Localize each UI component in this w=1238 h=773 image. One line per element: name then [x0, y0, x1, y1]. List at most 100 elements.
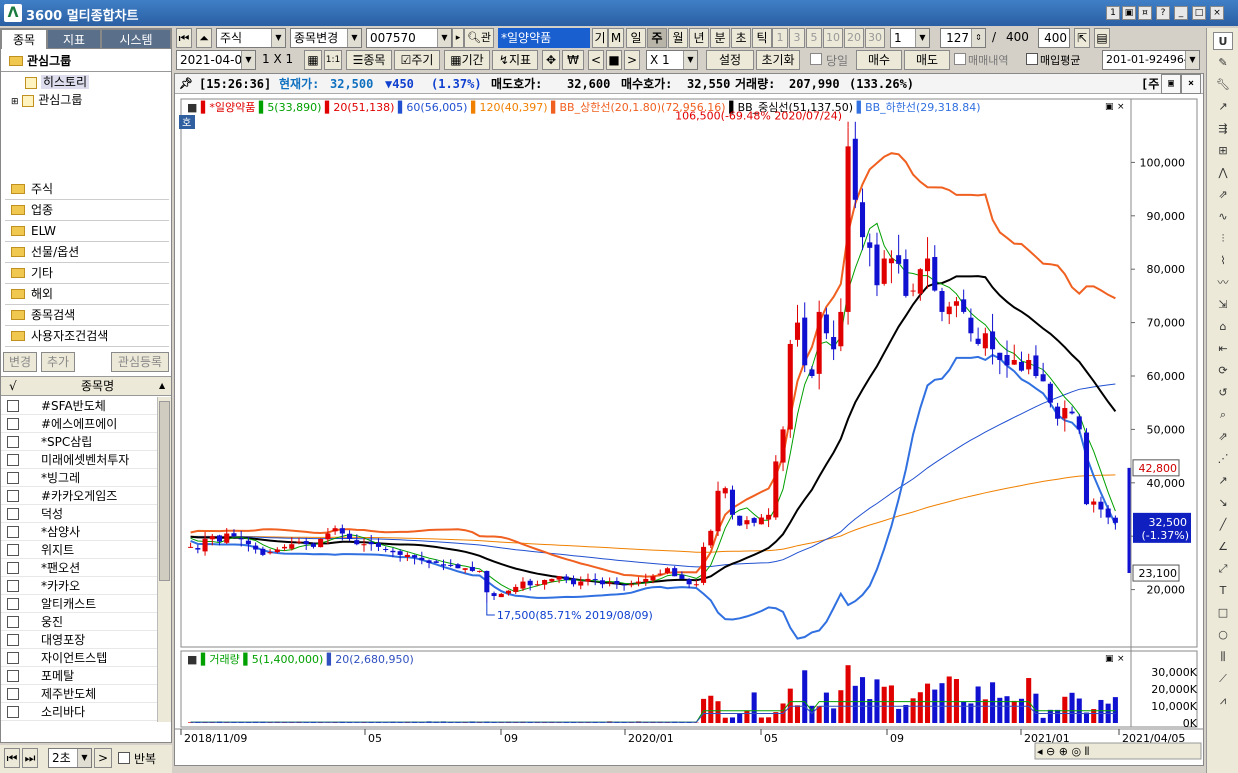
list-item[interactable]: 알티캐스트	[1, 595, 157, 613]
vpanel-close-icon[interactable]: ×	[1117, 654, 1125, 664]
buy-button[interactable]: 매수	[856, 50, 902, 70]
home-icon[interactable]: ⌂	[1213, 318, 1233, 336]
change-button[interactable]: 변경	[3, 352, 37, 372]
stock-name-field[interactable]: *일양약품	[498, 28, 590, 48]
list-item[interactable]: #카카오게임즈	[1, 487, 157, 505]
arrow-up-icon[interactable]: ↗	[1213, 472, 1233, 490]
panel-close-icon[interactable]: ×	[1117, 102, 1125, 112]
search-button[interactable]: 🔍︎관	[464, 28, 494, 48]
list-item[interactable]: 웅진	[1, 613, 157, 631]
sell-button[interactable]: 매도	[904, 50, 950, 70]
wave-icon[interactable]: ⋀	[1213, 164, 1233, 182]
minute-tab-1[interactable]: 3	[789, 28, 805, 48]
help-button[interactable]: ?	[1156, 6, 1170, 20]
arrow-down-icon[interactable]: ↘	[1213, 494, 1233, 512]
fib-icon[interactable]: ⩘	[1213, 692, 1233, 710]
candle-icon[interactable]: ⫶	[1213, 230, 1233, 248]
one-by-one-icon[interactable]: 1:1	[324, 50, 342, 70]
row-checkbox[interactable]	[7, 526, 19, 538]
tree-item-group[interactable]: ⊞ 관심그룹	[11, 91, 82, 108]
zoom-icon[interactable]: ⌕	[1213, 406, 1233, 424]
download-icon[interactable]: ⇲	[1213, 296, 1233, 314]
m-button[interactable]: M	[608, 28, 624, 48]
last-icon[interactable]: ⏭	[22, 748, 38, 768]
row-checkbox[interactable]	[7, 508, 19, 520]
period-icon[interactable]: ⇤	[1213, 340, 1233, 358]
list-item[interactable]: 포메탈	[1, 667, 157, 685]
row-checkbox[interactable]	[7, 544, 19, 556]
row-checkbox[interactable]	[7, 490, 19, 502]
maximize-button[interactable]: □	[1192, 6, 1206, 20]
dangil-checkbox[interactable]	[810, 53, 822, 65]
won-icon[interactable]: ₩	[562, 50, 584, 70]
rect-icon[interactable]: □	[1213, 604, 1233, 622]
chart-close-icon[interactable]: ×	[1181, 74, 1201, 94]
refresh-icon[interactable]: ⟳	[1213, 362, 1233, 380]
move-icon[interactable]: ✥	[542, 50, 560, 70]
minute-tab-2[interactable]: 5	[806, 28, 822, 48]
minute-tab-3[interactable]: 10	[823, 28, 843, 48]
prev-icon[interactable]: <	[588, 50, 604, 70]
bars-icon[interactable]: ⫼	[1213, 648, 1233, 666]
period-tab-5[interactable]: 초	[731, 28, 751, 48]
minute-tab-0[interactable]: 1	[772, 28, 788, 48]
report-icon[interactable]: ⇶	[1213, 120, 1233, 138]
row-checkbox[interactable]	[7, 598, 19, 610]
wave2-icon[interactable]: ⌇	[1213, 252, 1233, 270]
date-select[interactable]: 2021-04-05 ▼	[176, 50, 256, 70]
category-6[interactable]: 종목검색	[5, 305, 169, 326]
add-button[interactable]: 추가	[41, 352, 75, 372]
next-page-icon[interactable]: >	[624, 50, 640, 70]
total-input[interactable]: 400	[1038, 28, 1070, 48]
category-4[interactable]: 기타	[5, 263, 169, 284]
gigan-button[interactable]: ▦기간	[444, 50, 490, 70]
row-checkbox[interactable]	[7, 454, 19, 466]
market-select[interactable]: 주식 ▼	[216, 28, 286, 48]
angle-icon[interactable]: ∠	[1213, 538, 1233, 556]
list-item[interactable]: 미래에셋벤처투자	[1, 451, 157, 469]
period-tab-6[interactable]: 틱	[752, 28, 772, 48]
row-checkbox[interactable]	[7, 418, 19, 430]
expand-icon[interactable]: ⊞	[11, 97, 19, 107]
row-checkbox[interactable]	[7, 400, 19, 412]
price-icon[interactable]: ↗	[1213, 98, 1233, 116]
account-select[interactable]: 201-01-924964 ▼	[1102, 50, 1200, 70]
code-input[interactable]: 007570 ▼	[366, 28, 452, 48]
list-item[interactable]: 리더스코스메틱	[1, 721, 157, 722]
period-tab-3[interactable]: 년	[689, 28, 709, 48]
export-icon[interactable]: ⇱	[1074, 28, 1090, 48]
list-item[interactable]: *빙그레	[1, 469, 157, 487]
jugi-button[interactable]: ☑주기	[394, 50, 440, 70]
category-2[interactable]: ELW	[5, 221, 169, 242]
close-button[interactable]: ×	[1210, 6, 1224, 20]
zoom-controls-icon[interactable]: ◂ ⊖ ⊕ ◎ ⦀	[1037, 745, 1090, 758]
next-icon[interactable]: ▸	[452, 28, 464, 48]
list-item[interactable]: #SFA반도체	[1, 397, 157, 415]
list-item[interactable]: *팬오션	[1, 559, 157, 577]
multiplier-select[interactable]: X 1 ▼	[646, 50, 698, 70]
window-btn-copy-icon[interactable]: ▣	[1122, 6, 1136, 20]
row-checkbox[interactable]	[7, 562, 19, 574]
minimize-button[interactable]: _	[1174, 6, 1188, 20]
channel-icon[interactable]: ⤢	[1213, 560, 1233, 578]
list-item[interactable]: *SPC삼립	[1, 433, 157, 451]
stop-icon[interactable]: ■	[606, 50, 622, 70]
category-1[interactable]: 업종	[5, 200, 169, 221]
pencil-icon[interactable]: ✎	[1213, 54, 1233, 72]
panel-max-icon[interactable]: ▣	[1105, 102, 1114, 112]
list-item[interactable]: 자이언트스텝	[1, 649, 157, 667]
unit-icon[interactable]: U	[1213, 32, 1233, 50]
list-item[interactable]: *카카오	[1, 577, 157, 595]
list-item[interactable]: #에스에프에이	[1, 415, 157, 433]
row-checkbox[interactable]	[7, 616, 19, 628]
register-button[interactable]: 관심등록	[111, 352, 169, 372]
nav-first-icon[interactable]: ⏮	[176, 28, 192, 48]
row-checkbox[interactable]	[7, 436, 19, 448]
pin-icon[interactable]: 📌︎	[179, 74, 193, 94]
nav-up-icon[interactable]: ⏶	[196, 28, 212, 48]
row-checkbox[interactable]	[7, 706, 19, 718]
curve-icon[interactable]: 〰	[1213, 274, 1233, 292]
list-item[interactable]: 소리바다	[1, 703, 157, 721]
row-checkbox[interactable]	[7, 670, 19, 682]
zigzag-icon[interactable]: ∿	[1213, 208, 1233, 226]
